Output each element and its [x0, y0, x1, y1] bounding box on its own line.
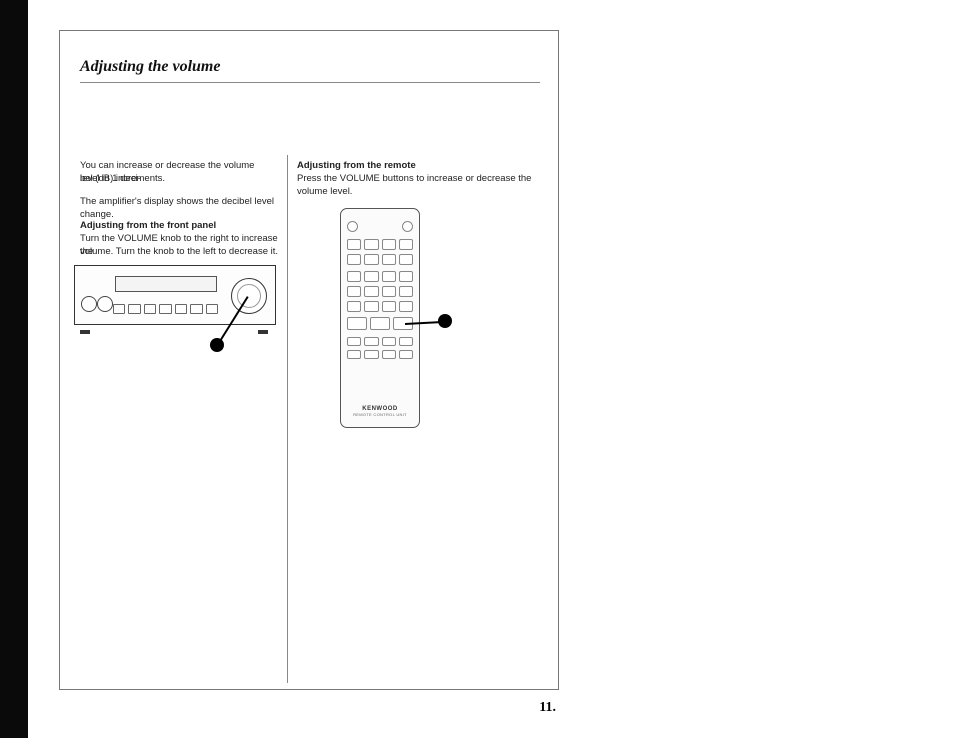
page-title: Adjusting the volume: [80, 58, 220, 76]
column-divider: [287, 155, 288, 683]
front-panel-heading: Adjusting from the front panel: [80, 220, 216, 233]
amplifier-illustration: [74, 265, 274, 329]
intro-text-line3: The amplifier's display shows the decibe…: [80, 196, 275, 222]
page-number: 11.: [539, 700, 556, 716]
volume-button-icon: [347, 317, 367, 330]
front-panel-body2: volume. Turn the knob to the left to dec…: [80, 246, 280, 259]
scan-dark-edge: [0, 0, 28, 738]
title-underline: [80, 82, 540, 83]
remote-heading: Adjusting from the remote: [297, 160, 416, 173]
remote-body2: volume level.: [297, 186, 547, 199]
amp-callout-dot: [210, 338, 224, 352]
remote-illustration: KENWOOD REMOTE CONTROL UNIT: [340, 208, 420, 428]
remote-sub-label: REMOTE CONTROL UNIT: [341, 412, 419, 417]
volume-knob-icon: [231, 278, 267, 314]
remote-callout-dot: [438, 314, 452, 328]
intro-text-line2: bel (dB) increments.: [80, 173, 275, 186]
page-border: [59, 30, 559, 690]
remote-body1: Press the VOLUME buttons to increase or …: [297, 173, 547, 186]
